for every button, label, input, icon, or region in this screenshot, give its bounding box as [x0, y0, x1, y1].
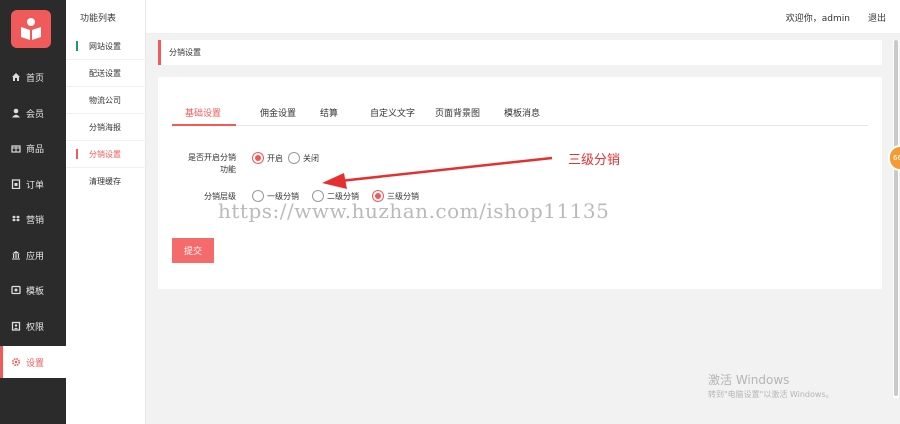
- badge-text: 66: [893, 154, 900, 162]
- sidebar-item-settings[interactable]: 设置: [0, 346, 66, 378]
- enable-label-line-2: 功能: [220, 165, 236, 174]
- radio-circle: [252, 152, 264, 164]
- windows-activation-subtitle: 转到"电脑设置"以激活 Windows。: [708, 390, 834, 399]
- sidebar-item-home[interactable]: 首页: [0, 61, 66, 93]
- template-icon: [11, 285, 21, 295]
- annotation-label: 三级分销: [568, 153, 621, 168]
- submenu-item-distribution-poster[interactable]: 分销海报: [66, 114, 146, 140]
- sidebar-item-member[interactable]: 会员: [0, 97, 66, 129]
- tab-settlement[interactable]: 结算: [320, 106, 338, 119]
- submenu-item-delivery-settings[interactable]: 配送设置: [66, 60, 146, 86]
- gift-icon: [11, 143, 21, 153]
- submenu-item-label: 配送设置: [89, 68, 121, 78]
- radio-circle: [288, 152, 300, 164]
- welcome-text: 欢迎你，admin: [785, 14, 850, 24]
- breadcrumb-label: 分销设置: [169, 48, 201, 57]
- submenu-item-label: 清理缓存: [89, 176, 121, 186]
- sidebar-item-label: 会员: [26, 109, 45, 120]
- sidebar-item-label: 权限: [26, 322, 45, 333]
- logout-link[interactable]: 退出: [868, 11, 886, 24]
- user-icon: [11, 108, 21, 118]
- main-sidebar: 首页 会员 商品 订单 营销 应用 模板 权限 设置: [0, 0, 66, 424]
- tab-custom-text[interactable]: 自定义文字: [370, 106, 415, 119]
- order-icon: [11, 179, 21, 189]
- submenu-item-label: 分销海报: [89, 122, 121, 132]
- settings-tabs: 基础设置 佣金设置 结算 自定义文字 页面背景图 模板消息: [172, 100, 868, 126]
- app-logo[interactable]: [11, 10, 51, 48]
- lock-icon: [11, 321, 21, 331]
- floating-service-badge[interactable]: 66: [888, 145, 900, 171]
- function-submenu: 功能列表 网站设置 配送设置 物流公司 分销海报 分销设置 清理缓存: [66, 0, 146, 424]
- url-watermark: https://www.huzhan.com/ishop11135: [218, 199, 610, 223]
- breadcrumb: 分销设置: [158, 40, 882, 65]
- enable-on-radio[interactable]: 开启: [252, 152, 283, 164]
- enable-off-radio[interactable]: 关闭: [288, 152, 319, 164]
- submenu-title: 功能列表: [80, 14, 117, 24]
- sidebar-item-apps[interactable]: 应用: [0, 239, 66, 271]
- tab-commission-settings[interactable]: 佣金设置: [260, 106, 296, 119]
- sidebar-item-templates[interactable]: 模板: [0, 274, 66, 306]
- submenu-item-label: 分销设置: [89, 149, 121, 159]
- radio-label: 开启: [267, 153, 283, 163]
- gear-icon: [11, 357, 21, 367]
- home-icon: [11, 72, 21, 82]
- windows-activation-title: 激活 Windows: [708, 373, 790, 387]
- tab-page-background[interactable]: 页面背景图: [435, 106, 480, 119]
- active-tab-indicator: [172, 124, 236, 126]
- sidebar-item-label: 设置: [26, 358, 45, 369]
- submenu-item-distribution-settings[interactable]: 分销设置: [66, 141, 146, 167]
- sidebar-item-label: 订单: [26, 180, 45, 191]
- sidebar-item-label: 商品: [26, 144, 45, 155]
- submenu-item-label: 网站设置: [89, 41, 121, 51]
- tab-basic-settings[interactable]: 基础设置: [185, 106, 221, 119]
- scrollbar-thumb[interactable]: [894, 40, 898, 396]
- enable-distribution-label: 是否开启分销 功能: [166, 152, 236, 176]
- sidebar-item-goods[interactable]: 商品: [0, 132, 66, 164]
- submenu-item-logistics[interactable]: 物流公司: [66, 87, 146, 113]
- settings-card: 基础设置 佣金设置 结算 自定义文字 页面背景图 模板消息 是否开启分销 功能 …: [158, 77, 882, 289]
- book-logo-icon: [21, 18, 41, 40]
- sidebar-item-orders[interactable]: 订单: [0, 168, 66, 200]
- submenu-item-label: 物流公司: [89, 95, 121, 105]
- sidebar-item-label: 首页: [26, 73, 45, 84]
- submenu-item-clear-cache[interactable]: 清理缓存: [66, 168, 146, 194]
- tab-template-message[interactable]: 模板消息: [504, 106, 540, 119]
- bank-icon: [11, 250, 21, 260]
- submenu-item-site-settings[interactable]: 网站设置: [66, 33, 146, 59]
- top-bar: 欢迎你，admin 退出: [146, 0, 900, 34]
- sidebar-item-permissions[interactable]: 权限: [0, 310, 66, 342]
- dropbox-icon: [11, 214, 21, 224]
- submit-button[interactable]: 提交: [172, 238, 214, 263]
- sidebar-item-label: 营销: [26, 215, 45, 226]
- sidebar-item-label: 应用: [26, 251, 45, 262]
- enable-label-line-1: 是否开启分销: [188, 153, 236, 162]
- radio-label: 关闭: [303, 153, 319, 163]
- sidebar-item-label: 模板: [26, 286, 45, 297]
- sidebar-item-marketing[interactable]: 营销: [0, 203, 66, 235]
